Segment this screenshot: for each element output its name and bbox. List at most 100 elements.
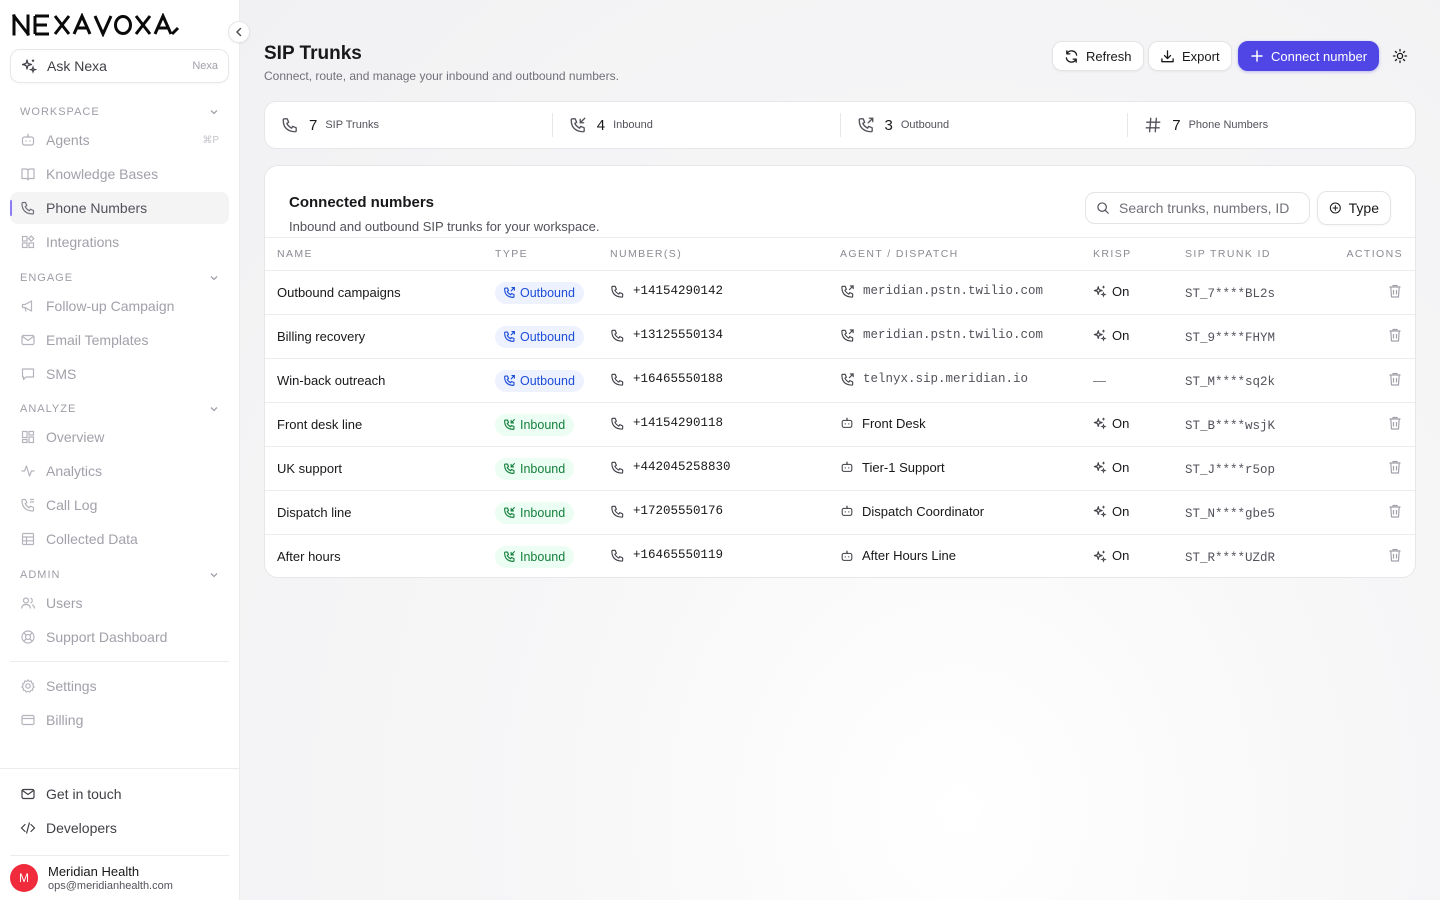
- table-row[interactable]: Front desk line Inbound +14154290118 Front …: [265, 403, 1415, 447]
- table-row[interactable]: UK support Inbound +442045258830 Tier-1 Sup…: [265, 447, 1415, 491]
- column-header-sip-trunk-id[interactable]: SIP TRUNK ID: [1185, 238, 1323, 271]
- sidebar-item-knowledge-bases[interactable]: Knowledge Bases: [10, 158, 229, 190]
- type-label: Inbound: [520, 505, 566, 520]
- brand-logo[interactable]: [12, 12, 192, 38]
- table-row[interactable]: Billing recovery Outbound +13125550134 meri…: [265, 315, 1415, 359]
- refresh-label: Refresh: [1086, 48, 1132, 64]
- chevron-left-icon: [235, 27, 242, 37]
- sidebar-item-support-dashboard[interactable]: Support Dashboard: [10, 621, 229, 653]
- sparkles-icon: [1093, 286, 1107, 298]
- sidebar-item-label: Phone Numbers: [46, 200, 148, 216]
- type-cell: Inbound: [495, 447, 610, 491]
- krisp-cell: On: [1093, 447, 1185, 491]
- krisp-status: On: [1112, 415, 1130, 431]
- sip-trunk-id: ST_R****UZdR: [1185, 550, 1276, 565]
- type-label: Inbound: [520, 417, 566, 432]
- phone-outgoing-icon: [858, 117, 873, 133]
- actions-cell: [1323, 535, 1415, 578]
- delete-button[interactable]: [1387, 415, 1403, 431]
- column-header-agent[interactable]: AGENT / DISPATCH: [840, 238, 1093, 271]
- ask-nexa-button[interactable]: Ask Nexa Nexa: [10, 49, 229, 83]
- number-cell: +13125550134: [610, 315, 840, 359]
- trash-icon: [1389, 504, 1401, 518]
- developers-link[interactable]: Developers: [10, 812, 229, 844]
- sidebar-item-label: Follow-up Campaign: [46, 298, 175, 314]
- chevron-down-icon: [210, 407, 218, 412]
- sidebar-item-call-log[interactable]: Call Log: [10, 489, 229, 521]
- export-button[interactable]: Export: [1148, 41, 1232, 71]
- sidebar-item-label: Collected Data: [46, 531, 138, 547]
- phone-number: +16465550119: [633, 548, 724, 563]
- type-cell: Inbound: [495, 535, 610, 578]
- trunk-name: Dispatch line: [277, 505, 352, 520]
- collapse-sidebar-button[interactable]: [228, 21, 250, 43]
- table-row[interactable]: After hours Inbound +16465550119 After Hour…: [265, 535, 1415, 578]
- agent-dispatch: meridian.pstn.twilio.com: [863, 328, 1044, 342]
- gear-icon: [21, 679, 35, 693]
- sidebar-item-label: SMS: [46, 366, 77, 382]
- agent-cell: meridian.pstn.twilio.com: [840, 315, 1093, 359]
- sidebar-item-settings[interactable]: Settings: [10, 670, 229, 702]
- stat-value: 3: [884, 116, 893, 134]
- theme-toggle-button[interactable]: [1390, 46, 1410, 66]
- column-header-krisp[interactable]: KRISP: [1093, 238, 1185, 271]
- get-in-touch-link[interactable]: Get in touch: [10, 778, 229, 810]
- delete-button[interactable]: [1387, 459, 1403, 475]
- connect-number-button[interactable]: Connect number: [1238, 41, 1380, 71]
- sidebar-item-phone-numbers[interactable]: Phone Numbers: [10, 192, 229, 224]
- sidebar-item-users[interactable]: Users: [10, 587, 229, 619]
- krisp-status: —: [1093, 373, 1106, 388]
- column-header-name[interactable]: NAME: [265, 238, 495, 271]
- section-analyze[interactable]: ANALYZE: [20, 401, 219, 417]
- refresh-button[interactable]: Refresh: [1052, 41, 1144, 71]
- type-label: Outbound: [520, 329, 575, 344]
- delete-button[interactable]: [1387, 503, 1403, 519]
- phone-number: +14154290118: [633, 416, 724, 430]
- user-account-menu[interactable]: M Meridian Health ops@meridianhealth.com: [10, 862, 229, 894]
- table-row[interactable]: Outbound campaigns Outbound +14154290142 me…: [265, 271, 1415, 315]
- delete-button[interactable]: [1387, 283, 1403, 299]
- agent-cell: After Hours Line: [840, 535, 1093, 578]
- agent-cell: Tier-1 Support: [840, 447, 1093, 491]
- type-label: Inbound: [520, 461, 566, 476]
- delete-button[interactable]: [1387, 547, 1403, 563]
- sidebar-item-analytics[interactable]: Analytics: [10, 455, 229, 487]
- sidebar-item-overview[interactable]: Overview: [10, 421, 229, 453]
- table-icon: [21, 532, 35, 546]
- sidebar-item-email-templates[interactable]: Email Templates: [10, 324, 229, 356]
- type-cell: Outbound: [495, 271, 610, 315]
- trash-icon: [1389, 416, 1401, 430]
- column-header-numbers[interactable]: NUMBER(S): [610, 238, 840, 271]
- sidebar-item-sms[interactable]: SMS: [10, 358, 229, 390]
- section-admin[interactable]: ADMIN: [20, 567, 219, 583]
- delete-button[interactable]: [1387, 371, 1403, 387]
- sip-trunk-id-cell: ST_J****r5op: [1185, 447, 1323, 491]
- developers-label: Developers: [46, 820, 117, 836]
- search-box[interactable]: [1085, 192, 1310, 224]
- sparkles-icon: [1093, 462, 1107, 474]
- section-workspace[interactable]: WORKSPACE: [20, 104, 219, 120]
- sidebar-item-integrations[interactable]: Integrations: [10, 226, 229, 258]
- mail-icon: [21, 788, 35, 800]
- krisp-cell: On: [1093, 271, 1185, 315]
- section-engage[interactable]: ENGAGE: [20, 270, 219, 286]
- dashboard-icon: [21, 430, 35, 444]
- sidebar-item-agents[interactable]: Agents ⌘P: [10, 124, 229, 156]
- stat-phone-numbers: 7 Phone Numbers: [1127, 113, 1415, 137]
- stat-label: Outbound: [900, 119, 950, 131]
- sidebar-item-follow-up-campaign[interactable]: Follow-up Campaign: [10, 290, 229, 322]
- stat-inbound: 4 Inbound: [551, 113, 840, 137]
- column-header-type[interactable]: TYPE: [495, 238, 610, 271]
- type-filter-button[interactable]: Type: [1317, 191, 1391, 225]
- search-input[interactable]: [1119, 200, 1299, 216]
- sidebar-item-collected-data[interactable]: Collected Data: [10, 523, 229, 555]
- users-icon: [20, 597, 36, 609]
- sidebar-item-label: Overview: [46, 429, 105, 445]
- delete-button[interactable]: [1387, 327, 1403, 343]
- sidebar-item-billing[interactable]: Billing: [10, 704, 229, 736]
- table-row[interactable]: Dispatch line Inbound +17205550176 Dispatch…: [265, 491, 1415, 535]
- sip-trunk-id: ST_N****gbe5: [1185, 506, 1276, 521]
- table-row[interactable]: Win-back outreach Outbound +16465550188 tel…: [265, 359, 1415, 403]
- sparkles-icon: [1093, 550, 1107, 563]
- ask-nexa-hint: Nexa: [192, 60, 218, 72]
